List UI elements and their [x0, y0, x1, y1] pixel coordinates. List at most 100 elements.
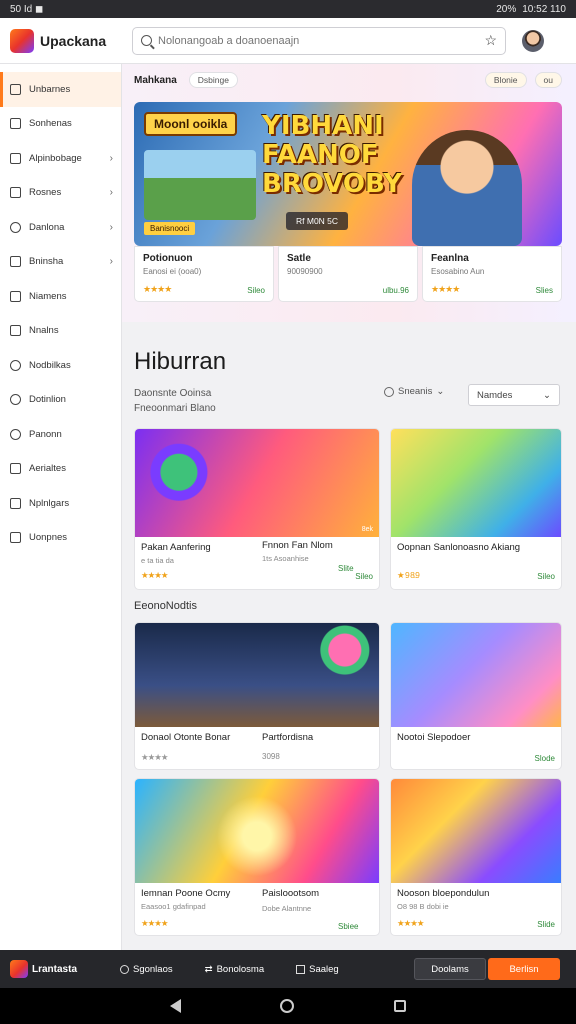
sidebar-item-5[interactable]: Bninsha › [0, 245, 121, 280]
section-subtitle-2: Fneoonmari Blano [134, 403, 216, 414]
featured-title: Mahkana [134, 74, 177, 86]
game-title[interactable]: Paisloootsom [262, 888, 319, 899]
game-title: Donaol Otonte Bonar [141, 732, 231, 743]
price-label: Slies [535, 286, 553, 295]
sidebar: Unbarnes Sonhenas Alpinbobage › Rosnes › D… [0, 64, 122, 950]
search-icon [120, 964, 129, 974]
game-title: Pakan Aanfering [141, 542, 211, 553]
game-subtitle: Dobe Alantnne [262, 904, 312, 913]
price-label: Sileo [537, 572, 555, 581]
game-title: Oopnan Sanlonoasno Akiang [397, 542, 521, 553]
game-card[interactable]: Nooson bloepondulun O8 98 B dobi ie ★★★★… [390, 778, 562, 936]
bottom-nav: Lrantasta Sgonlaos ⇄ Bonolosma Saaleg Doo… [0, 950, 576, 988]
featured-chip[interactable]: Dsbinge [188, 72, 238, 88]
primary-button[interactable]: Berlisn [488, 958, 560, 980]
game-subtitle: 3098 [262, 752, 280, 761]
game-card[interactable]: Iemnan Poone Ocmy Eaasoo1 gdafinpad ★★★★ [134, 778, 380, 936]
chevron-right-icon: › [109, 152, 113, 164]
sort-label[interactable]: Sneanis ⌄ [384, 386, 444, 397]
sidebar-item-10[interactable]: Panonn [0, 417, 121, 452]
system-nav-bar [0, 988, 576, 1024]
featured-right-chip-0[interactable]: Blonie [484, 72, 527, 88]
clock-icon [384, 386, 394, 397]
target-icon [10, 359, 21, 371]
chevron-down-icon: ⌄ [436, 386, 445, 397]
game-title[interactable]: Partfordisna [262, 732, 313, 743]
app-logo-icon[interactable] [10, 28, 34, 53]
game-card[interactable]: Oopnan Sanlonoasno Akiang ★ 9 8.9 Sileo [390, 428, 562, 590]
box-icon [296, 964, 306, 974]
sort-select[interactable]: Namdes ⌄ [468, 384, 560, 406]
bottom-nav-item-shuffle[interactable]: ⇄ Bonolosma [205, 964, 265, 975]
sidebar-item-0[interactable]: Unbarnes [0, 72, 121, 107]
game-card[interactable]: Donaol Otonte Bonar ★★★★ [134, 622, 380, 770]
game-thumbnail [135, 623, 379, 727]
sidebar-item-1[interactable]: Sonhenas [0, 107, 121, 142]
price-label: Sileo [247, 286, 265, 295]
featured-banner[interactable]: Moonl ooikla YIBHANI FAANOF BROVOBY Bani… [134, 102, 562, 246]
battery-text: 20% [496, 3, 517, 15]
featured-card[interactable]: Feanlna Esosabino Aun ★★★★ Slies [422, 246, 562, 302]
featured-header: Mahkana Dsbinge [134, 72, 238, 88]
rating-stars: ★★★★ [141, 570, 169, 580]
sidebar-item-13[interactable]: Uonpnes [0, 521, 121, 556]
game-title: Nootoi Slepodoer [397, 732, 471, 743]
building-icon [10, 463, 21, 475]
game-thumbnail [391, 429, 561, 537]
home-icon [10, 256, 21, 268]
featured-cards: Potionuon Eanosi ei (ooa0) ★★★★ Sileo Sa… [134, 246, 562, 302]
featured-right-chip-1[interactable]: ou [534, 72, 562, 88]
game-title[interactable]: Fnnon Fan Nlom [262, 540, 333, 551]
price-label: Slode [534, 754, 555, 763]
bottom-brand[interactable]: Lrantasta [32, 964, 120, 975]
app-logo-icon[interactable] [10, 960, 28, 978]
game-title: Nooson bloepondulun [397, 888, 490, 899]
sidebar-item-2[interactable]: Alpinbobage › [0, 141, 121, 176]
banner-tag: Moonl ooikla [144, 112, 238, 136]
shuffle-icon: ⇄ [204, 963, 213, 975]
sidebar-item-3[interactable]: Rosnes › [0, 176, 121, 211]
game-subtitle: O8 98 B dobi ie [397, 902, 449, 911]
bottom-nav-item-search[interactable]: Sgonlaos [120, 964, 173, 975]
sidebar-item-9[interactable]: Dotinlion [0, 383, 121, 418]
home-icon[interactable] [280, 999, 295, 1013]
featured-section: Mahkana Dsbinge Blonie ou Moonl ooikla Y… [122, 64, 576, 322]
game-card-overlay [260, 726, 261, 727]
chevron-down-icon: ⌄ [543, 389, 551, 401]
sidebar-item-12[interactable]: Nplnlgars [0, 486, 121, 521]
recents-icon[interactable] [394, 1000, 407, 1012]
game-card[interactable]: Nootoi Slepodoer Slode [390, 622, 562, 770]
secondary-button[interactable]: Doolams [414, 958, 486, 980]
game-subtitle: Eaasoo1 gdafinpad [141, 902, 206, 911]
grid-icon [10, 290, 21, 302]
circle-icon [10, 394, 21, 406]
sidebar-item-7[interactable]: Nnalns [0, 314, 121, 349]
sidebar-item-6[interactable]: Niamens [0, 279, 121, 314]
search-bar[interactable]: ☆ [132, 26, 506, 55]
favorite-star-icon[interactable]: ☆ [484, 32, 497, 49]
clock-text: 10:52 110 [522, 3, 566, 15]
price-label: Sbiee [338, 922, 359, 931]
section-title: Hiburran [134, 348, 227, 375]
featured-right: Blonie ou [484, 72, 562, 88]
sidebar-item-8[interactable]: Nodbilkas [0, 348, 121, 383]
list-icon [10, 118, 21, 130]
rating-stars: ★ 9 8.9 [397, 570, 420, 580]
folder-icon [10, 532, 21, 544]
banner-cta-button[interactable]: Rf M0N 5C [286, 212, 349, 230]
featured-card[interactable]: Potionuon Eanosi ei (ooa0) ★★★★ Sileo [134, 246, 274, 302]
app-brand[interactable]: Upackana [40, 33, 132, 49]
checkbox-icon [10, 83, 21, 95]
sidebar-item-11[interactable]: Aerialtes [0, 452, 121, 487]
status-left: 50 Id ◼ [10, 3, 44, 15]
banner-headline: YIBHANI FAANOF BROVOBY [262, 111, 403, 199]
game-thumbnail [135, 779, 379, 883]
back-icon[interactable] [169, 999, 181, 1013]
chat-icon [10, 221, 21, 233]
featured-card[interactable]: Satle 90090900 ulbu.96 [278, 246, 418, 302]
sidebar-item-4[interactable]: Danlona › [0, 210, 121, 245]
book-icon [10, 325, 21, 337]
bottom-nav-item-box[interactable]: Saaleg [296, 964, 339, 975]
search-input[interactable] [158, 34, 485, 47]
user-avatar[interactable] [522, 29, 544, 52]
